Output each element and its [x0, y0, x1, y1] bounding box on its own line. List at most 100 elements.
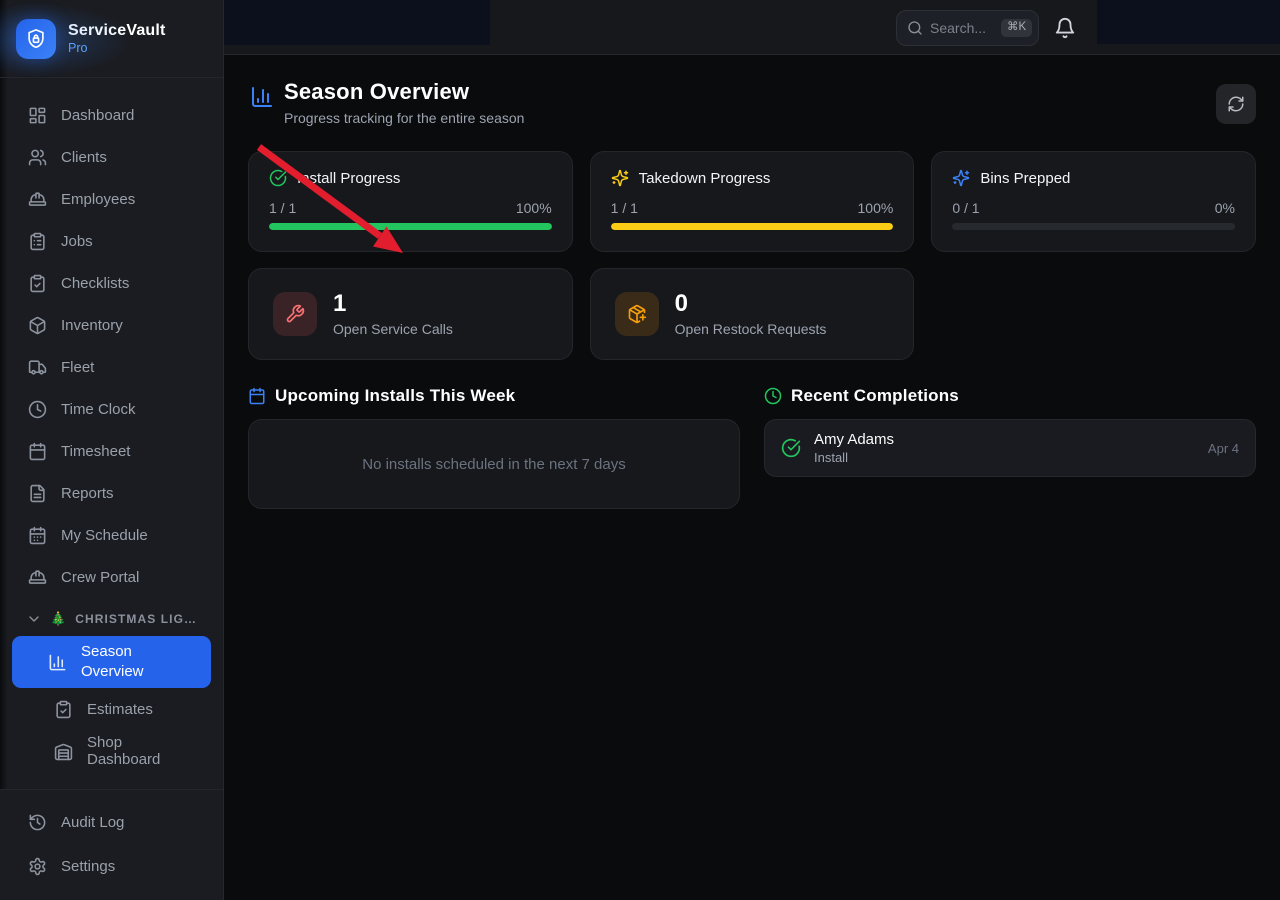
completion-job-type: Install	[814, 450, 894, 465]
progress-card-label: Bins Prepped	[980, 170, 1070, 187]
refresh-icon	[1227, 95, 1245, 113]
hard-hat-icon	[28, 190, 47, 209]
wrench-icon	[273, 292, 317, 336]
sidebar-item-label: Timesheet	[61, 443, 130, 460]
sidebar-item-crew-portal[interactable]: Crew Portal	[12, 556, 211, 598]
stat-label: Open Restock Requests	[675, 321, 827, 337]
sidebar-item-reports[interactable]: Reports	[12, 472, 211, 514]
circle-check-icon	[781, 438, 801, 458]
sidebar-item-label: Reports	[61, 485, 114, 502]
sparkles-icon	[611, 169, 629, 187]
package-icon	[28, 316, 47, 335]
section-title: Upcoming Installs This Week	[275, 386, 515, 406]
upcoming-installs-section: Upcoming Installs This Week No installs …	[248, 386, 740, 509]
gear-icon	[28, 857, 47, 876]
sidebar-item-label: Checklists	[61, 275, 129, 292]
sidebar-item-label: Shop Dashboard	[87, 734, 195, 768]
refresh-button[interactable]	[1216, 84, 1256, 124]
page-subtitle: Progress tracking for the entire season	[284, 110, 524, 126]
takedown-progress-card: Takedown Progress 1 / 1 100%	[590, 151, 915, 252]
sidebar-item-label: My Schedule	[61, 527, 148, 544]
sidebar-item-time-clock[interactable]: Time Clock	[12, 388, 211, 430]
sidebar-section-christmas-lights[interactable]: 🎄 CHRISTMAS LIG…	[12, 604, 211, 634]
calendar-icon	[248, 387, 266, 405]
global-search[interactable]: ⌘K	[896, 10, 1039, 46]
main-content: Season Overview Progress tracking for th…	[224, 55, 1280, 900]
progress-bar-track	[611, 223, 894, 230]
calendar-days-icon	[28, 526, 47, 545]
page-header: Season Overview Progress tracking for th…	[248, 79, 1256, 126]
app-tier-badge: Pro	[68, 41, 166, 55]
sidebar-item-label: Employees	[61, 191, 135, 208]
sidebar-item-settings[interactable]: Settings	[12, 844, 211, 888]
sidebar-item-timesheet[interactable]: Timesheet	[12, 430, 211, 472]
sidebar-item-my-schedule[interactable]: My Schedule	[12, 514, 211, 556]
shield-lock-logo-icon	[16, 19, 56, 59]
completion-date: Apr 4	[1208, 441, 1239, 456]
recent-completion-list-item[interactable]: Amy Adams Install Apr 4	[764, 419, 1256, 477]
sidebar-item-shop-dashboard[interactable]: Shop Dashboard	[38, 730, 211, 772]
sidebar-item-label: Time Clock	[61, 401, 135, 418]
sections-row: Upcoming Installs This Week No installs …	[248, 386, 1256, 509]
progress-count: 0 / 1	[952, 200, 979, 216]
progress-percent: 100%	[858, 200, 894, 216]
users-icon	[28, 148, 47, 167]
sidebar-item-checklists[interactable]: Checklists	[12, 262, 211, 304]
sidebar: ServiceVault Pro Dashboard Clients Emplo…	[0, 0, 224, 900]
progress-card-label: Install Progress	[297, 170, 400, 187]
sidebar-item-label: Estimates	[87, 701, 153, 718]
stat-label: Open Service Calls	[333, 321, 453, 337]
bar-chart-icon	[250, 85, 274, 109]
sidebar-item-label: Season Overview	[81, 642, 195, 683]
history-icon	[28, 813, 47, 832]
progress-percent: 0%	[1215, 200, 1235, 216]
search-input[interactable]	[930, 20, 994, 36]
sidebar-item-dashboard[interactable]: Dashboard	[12, 94, 211, 136]
sidebar-item-estimates[interactable]: Estimates	[38, 688, 211, 730]
search-shortcut-badge: ⌘K	[1001, 19, 1032, 37]
layout-dashboard-icon	[28, 106, 47, 125]
sidebar-item-label: Fleet	[61, 359, 94, 376]
progress-cards-row: Install Progress 1 / 1 100% Takedown Pro…	[248, 151, 1256, 252]
sidebar-item-label: Audit Log	[61, 814, 124, 831]
progress-bar-fill	[269, 223, 552, 230]
progress-bar-fill	[611, 223, 894, 230]
sidebar-item-season-overview[interactable]: Season Overview	[12, 636, 211, 688]
section-title: Recent Completions	[791, 386, 959, 406]
truck-icon	[28, 358, 47, 377]
progress-bar-track	[269, 223, 552, 230]
open-service-calls-card: 1 Open Service Calls	[248, 268, 573, 360]
sidebar-item-employees[interactable]: Employees	[12, 178, 211, 220]
clipboard-check-icon	[54, 700, 73, 719]
app-name: ServiceVault	[68, 22, 166, 40]
sidebar-item-label: Jobs	[61, 233, 93, 250]
notifications-bell-icon[interactable]	[1054, 17, 1076, 39]
warehouse-icon	[54, 742, 73, 761]
clipboard-check-icon	[28, 274, 47, 293]
sidebar-item-audit-log[interactable]: Audit Log	[12, 800, 211, 844]
sidebar-item-label: Dashboard	[61, 107, 134, 124]
calendar-icon	[28, 442, 47, 461]
sidebar-item-inventory[interactable]: Inventory	[12, 304, 211, 346]
sidebar-item-label: Settings	[61, 858, 115, 875]
sidebar-item-clients[interactable]: Clients	[12, 136, 211, 178]
sidebar-item-label: Clients	[61, 149, 107, 166]
bar-chart-icon	[48, 653, 67, 672]
clock-icon	[28, 400, 47, 419]
sidebar-item-label: Inventory	[61, 317, 123, 334]
recent-completions-section: Recent Completions Amy Adams Install Apr…	[764, 386, 1256, 509]
progress-count: 1 / 1	[269, 200, 296, 216]
section-label: CHRISTMAS LIG…	[75, 612, 197, 626]
file-text-icon	[28, 484, 47, 503]
christmas-tree-emoji: 🎄	[50, 611, 67, 627]
empty-state-text: No installs scheduled in the next 7 days	[362, 456, 626, 473]
progress-count: 1 / 1	[611, 200, 638, 216]
sidebar-footer: Audit Log Settings	[0, 789, 223, 900]
stat-value: 1	[333, 291, 453, 317]
stat-cards-row: 1 Open Service Calls 0 Open Restock Requ…	[248, 268, 1256, 360]
topbar-decoration-left	[210, 0, 490, 45]
search-icon	[907, 20, 923, 36]
app-logo-row: ServiceVault Pro	[0, 0, 223, 78]
sidebar-item-jobs[interactable]: Jobs	[12, 220, 211, 262]
sidebar-item-fleet[interactable]: Fleet	[12, 346, 211, 388]
